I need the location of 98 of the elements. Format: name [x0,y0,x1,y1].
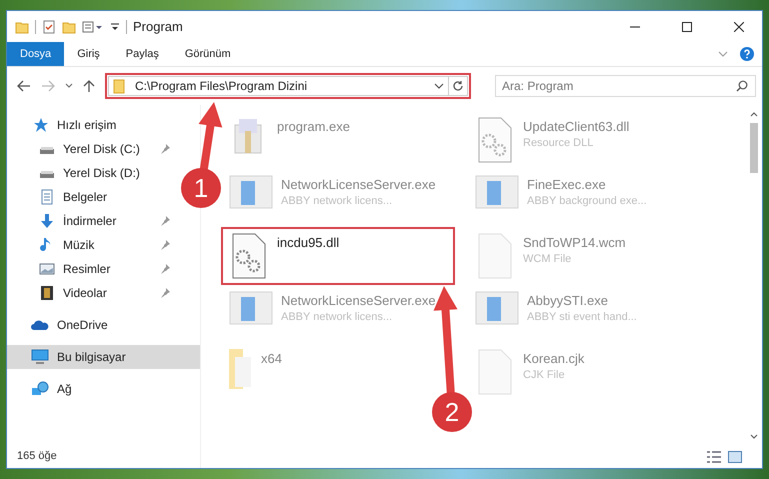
application-icon [475,175,519,209]
file-name: program.exe [277,119,350,134]
number-badge: 1 [181,168,221,208]
help-icon[interactable] [740,47,754,61]
chevron-down-icon[interactable] [65,83,73,89]
film-strip-icon [39,285,55,301]
refresh-button[interactable] [448,76,468,96]
file-type: Resource DLL [523,137,594,149]
sidebar-item[interactable]: Yerel Disk (D:) [7,161,178,185]
star-icon [33,117,49,133]
monitor-icon [31,349,49,365]
chevron-down-icon[interactable] [434,83,444,89]
up-arrow-icon[interactable] [83,79,95,93]
scrollbar-thumb[interactable] [750,123,758,173]
file-name: AbbyySTI.exe [527,293,609,308]
search-icon [736,80,748,92]
sidebar-item[interactable]: Belgeler [7,185,178,209]
file-name: x64 [261,351,282,366]
folder-icon[interactable] [15,20,29,34]
sidebar-item[interactable]: Hızlı erişim [7,113,200,137]
item-count: 165 öğe [16,450,58,464]
pin-icon[interactable] [160,264,170,274]
file-item[interactable]: NetworkLicenseServer.exe ABBY network licens... [221,285,444,343]
back-arrow-icon[interactable] [17,80,31,92]
file-item[interactable]: SndToWP14.wcm WCM File [467,227,634,285]
sidebar-item[interactable]: Videolar [7,281,178,305]
file-name: Korean.cjk [523,351,584,366]
file-item[interactable]: AbbyySTI.exe ABBY sti event hand... [467,285,645,343]
file-name: incdu95.dll [277,235,340,250]
ribbon-tab[interactable]: Giriş [64,42,113,66]
file-name: FineExec.exe [527,177,607,192]
pin-icon[interactable] [160,216,170,226]
sidebar-label: İndirmeler [63,214,116,228]
sidebar-label: Ağ [57,382,72,396]
sidebar-item[interactable]: Resimler [7,257,178,281]
application-icon [229,291,273,325]
sidebar-label: Müzik [63,238,94,252]
file-type: ABBY network licens... [281,195,394,207]
file-type: ABBY network licens... [281,311,394,323]
details-view-icon[interactable] [706,450,722,464]
document-icon [39,189,55,205]
down-arrow-icon [39,213,55,229]
close-icon [734,22,744,32]
sidebar-label: Bu bilgisayar [57,350,126,364]
maximize-icon [682,22,692,32]
callout-arrow [198,102,222,171]
pin-icon[interactable] [160,240,170,250]
sidebar-label: Hızlı erişim [57,118,116,132]
file-item[interactable]: FineExec.exe ABBY background exe... [467,169,655,227]
pin-icon[interactable] [160,144,170,154]
file-item[interactable]: UpdateClient63.dll Resource DLL [467,111,638,169]
network-icon [31,381,49,397]
checklist-icon[interactable] [42,20,56,34]
sidebar-label: Videolar [63,286,107,300]
file-type: ABBY background exe... [527,195,647,207]
folder-icon [229,349,253,391]
file-type: ABBY sti event hand... [527,311,637,323]
file-item[interactable]: incdu95.dll [221,227,455,285]
ribbon-tab[interactable]: Paylaş [112,42,172,66]
sidebar-item[interactable]: İndirmeler [7,209,178,233]
file-name: NetworkLicenseServer.exe [281,293,436,308]
file-type: WCM File [523,253,572,265]
ribbon-tab[interactable]: Dosya [7,42,64,66]
large-icons-view-icon[interactable] [728,451,742,463]
sidebar-label: Belgeler [63,190,108,204]
file-item[interactable]: x64 [221,343,290,401]
window-title: Program [133,19,183,34]
file-name: UpdateClient63.dll [523,119,630,134]
address-path: C:\Program Files\Program Dizini [135,79,308,93]
address-bar[interactable]: C:\Program Files\Program Dizini [108,76,448,96]
chevron-down-icon[interactable] [750,434,758,440]
file-item[interactable]: NetworkLicenseServer.exe ABBY network licens... [221,169,444,227]
cloud-icon [31,319,49,331]
refresh-icon [452,80,464,92]
search-field[interactable]: Ara: Program [495,75,756,97]
ribbon-tab[interactable]: Görünüm [172,42,244,66]
application-icon [475,291,519,325]
file-type: CJK File [523,369,566,381]
application-icon [229,175,273,209]
sidebar-item[interactable]: Bu bilgisayar [7,345,200,369]
properties-icon[interactable] [82,20,104,34]
folder-icon[interactable] [62,20,76,34]
sidebar-label: Yerel Disk (D:) [63,166,140,180]
number-badge: 2 [432,392,472,432]
sidebar-label: Yerel Disk (C:) [63,142,140,156]
file-name: SndToWP14.wcm [523,235,626,250]
sidebar-label: OneDrive [57,318,108,332]
pin-icon[interactable] [160,288,170,298]
sidebar-item[interactable]: Yerel Disk (C:) [7,137,178,161]
file-name: NetworkLicenseServer.exe [281,177,436,192]
sidebar-item[interactable]: OneDrive [7,313,200,337]
picture-icon [39,261,55,277]
forward-arrow-icon[interactable] [41,80,55,92]
chevron-up-icon[interactable] [750,111,758,117]
sidebar-label: Resimler [63,262,110,276]
sidebar-item[interactable]: Ağ [7,377,200,401]
sidebar-item[interactable]: Müzik [7,233,178,257]
file-item[interactable]: program.exe [221,111,358,169]
